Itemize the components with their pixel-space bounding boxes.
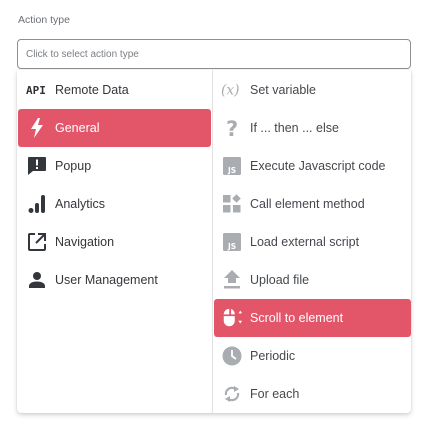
action-for-each[interactable]: For each [213, 375, 411, 413]
upload-icon [221, 269, 243, 291]
action-label: For each [250, 387, 300, 401]
action-call-element-method[interactable]: Call element method [213, 185, 411, 223]
category-general[interactable]: General [18, 109, 211, 147]
category-user-management[interactable]: User Management [17, 261, 212, 299]
action-upload-file[interactable]: Upload file [213, 261, 411, 299]
action-list: (x) Set variable ? If ... then ... else … [213, 70, 411, 413]
open-in-new-icon [26, 231, 48, 253]
category-popup[interactable]: Popup [17, 147, 212, 185]
action-label: Execute Javascript code [250, 159, 386, 173]
category-analytics[interactable]: Analytics [17, 185, 212, 223]
svg-text:API: API [26, 84, 46, 97]
clock-icon [221, 345, 243, 367]
category-label: General [55, 121, 100, 135]
action-label: Set variable [250, 83, 317, 97]
svg-text:?: ? [226, 117, 238, 139]
category-label: User Management [55, 273, 158, 287]
category-remote-data[interactable]: API Remote Data [17, 71, 212, 109]
action-periodic[interactable]: Periodic [213, 337, 411, 375]
variable-icon: (x) [221, 79, 243, 101]
signal-bars-icon [26, 193, 48, 215]
javascript-icon: JS [221, 155, 243, 177]
action-label: Load external script [250, 235, 360, 249]
action-label: Call element method [250, 197, 365, 211]
widgets-icon [221, 193, 243, 215]
user-icon [26, 269, 48, 291]
javascript-file-icon: JS [221, 231, 243, 253]
action-type-label: Action type [18, 14, 70, 26]
mouse-scroll-icon [221, 307, 243, 329]
category-navigation[interactable]: Navigation [17, 223, 212, 261]
category-label: Remote Data [55, 83, 129, 97]
action-scroll-to-element[interactable]: Scroll to element [214, 299, 411, 337]
alert-message-icon [26, 155, 48, 177]
action-type-placeholder: Click to select action type [26, 48, 139, 60]
svg-text:(x): (x) [221, 83, 239, 99]
category-label: Navigation [55, 235, 115, 249]
action-label: Scroll to element [250, 311, 344, 325]
action-load-external-script[interactable]: JS Load external script [213, 223, 411, 261]
action-label: Periodic [250, 349, 296, 363]
action-if-then-else[interactable]: ? If ... then ... else [213, 109, 411, 147]
action-label: If ... then ... else [250, 121, 339, 135]
action-type-dropdown: API Remote Data General Popup Analytics … [17, 70, 411, 413]
action-execute-javascript[interactable]: JS Execute Javascript code [213, 147, 411, 185]
loop-icon [221, 383, 243, 405]
svg-text:JS: JS [227, 242, 236, 251]
category-label: Popup [55, 159, 92, 173]
lightning-icon [26, 117, 48, 139]
action-type-select[interactable]: Click to select action type [17, 39, 411, 69]
action-set-variable[interactable]: (x) Set variable [213, 71, 411, 109]
action-label: Upload file [250, 273, 310, 287]
category-list: API Remote Data General Popup Analytics … [17, 70, 213, 413]
category-label: Analytics [55, 197, 106, 211]
question-mark-icon: ? [221, 117, 243, 139]
svg-text:JS: JS [227, 166, 236, 175]
api-icon: API [26, 79, 48, 101]
